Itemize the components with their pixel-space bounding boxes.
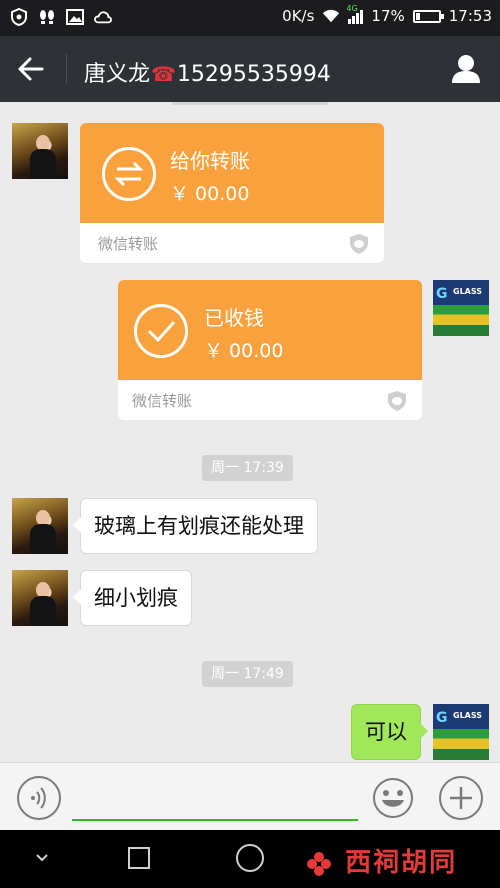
chat-header: 唐义龙☎15295535994: [0, 36, 500, 102]
plus-icon: [450, 787, 472, 809]
clock: 17:53: [448, 7, 492, 25]
cloud-icon: [94, 8, 112, 26]
avatar-badge-text: GLASS: [453, 287, 483, 296]
status-icons-right: 0K/s 4G 17% 17:53: [282, 4, 492, 25]
watermark-text: 西祠胡同: [345, 848, 458, 878]
timestamp: 周一 17:49: [202, 661, 293, 687]
voice-wave-icon: [31, 787, 46, 809]
transfer-amount: ￥ 00.00: [204, 340, 284, 362]
more-options-button[interactable]: [439, 776, 483, 820]
transfer-title: 给你转账: [170, 149, 250, 173]
transfer-footer: 微信转账: [98, 235, 159, 253]
footprints-icon: [38, 8, 56, 26]
nav-recents-button[interactable]: [128, 847, 150, 869]
smiley-icon: [373, 778, 413, 818]
header-divider: [66, 54, 67, 84]
avatar-badge-text: GLASS: [453, 711, 483, 720]
status-bar: 0K/s 4G 17% 17:53: [0, 0, 500, 36]
signal-icon: 4G: [346, 4, 364, 24]
contact-profile-icon[interactable]: [450, 53, 482, 85]
message-bubble-outgoing[interactable]: 可以: [351, 704, 428, 760]
contact-phone: 15295535994: [176, 62, 331, 87]
checkmark-icon: [134, 304, 188, 358]
transfer-card-received[interactable]: 给你转账 ￥ 00.00 微信转账: [80, 123, 384, 263]
transfer-title: 已收钱: [204, 306, 264, 330]
network-speed: 0K/s: [282, 7, 315, 25]
transfer-footer: 微信转账: [132, 392, 193, 410]
contact-avatar[interactable]: [12, 123, 68, 179]
status-icons-left: [10, 8, 112, 26]
back-arrow-icon[interactable]: [16, 53, 52, 85]
network-type: 4G: [346, 4, 358, 13]
input-bar: [0, 762, 500, 830]
message-input[interactable]: [72, 773, 358, 821]
my-avatar[interactable]: G GLASS: [433, 280, 489, 336]
wifi-icon: [322, 7, 340, 25]
scroll-indicator: [172, 102, 328, 105]
battery-icon: [412, 9, 444, 23]
contact-avatar[interactable]: [12, 570, 68, 626]
chat-title: 唐义龙☎15295535994: [84, 56, 331, 88]
nav-home-button[interactable]: [236, 844, 264, 872]
message-bubble-incoming[interactable]: 玻璃上有划痕还能处理: [73, 498, 318, 554]
wechat-pay-shield-icon: [348, 233, 370, 255]
avatar-badge-letter: G: [436, 286, 448, 302]
nav-back-chevron-icon[interactable]: [32, 848, 52, 868]
image-icon: [66, 8, 84, 26]
contact-avatar[interactable]: [12, 498, 68, 554]
voice-input-button[interactable]: [17, 776, 61, 820]
message-bubble-incoming[interactable]: 细小划痕: [73, 570, 192, 626]
avatar-badge-letter: G: [436, 710, 448, 726]
shield-notification-icon: [10, 8, 28, 26]
message-list[interactable]: 给你转账 ￥ 00.00 微信转账 已收钱 ￥ 00.00 微信转账 G GLA…: [0, 102, 500, 762]
transfer-arrows-icon: [102, 147, 156, 201]
watermark: 西祠胡同: [304, 842, 494, 879]
wechat-pay-shield-icon: [386, 390, 408, 412]
my-avatar[interactable]: G GLASS: [433, 704, 489, 760]
transfer-amount: ￥ 00.00: [170, 183, 250, 205]
timestamp: 周一 17:39: [202, 455, 293, 481]
battery-percent: 17%: [371, 7, 405, 25]
system-nav-bar: 西祠胡同: [0, 830, 500, 888]
telephone-icon: ☎: [151, 62, 176, 86]
watermark-flower-icon: [304, 849, 334, 879]
contact-name: 唐义龙: [84, 62, 151, 87]
transfer-card-accepted[interactable]: 已收钱 ￥ 00.00 微信转账: [118, 280, 422, 420]
emoji-button[interactable]: [371, 776, 415, 820]
